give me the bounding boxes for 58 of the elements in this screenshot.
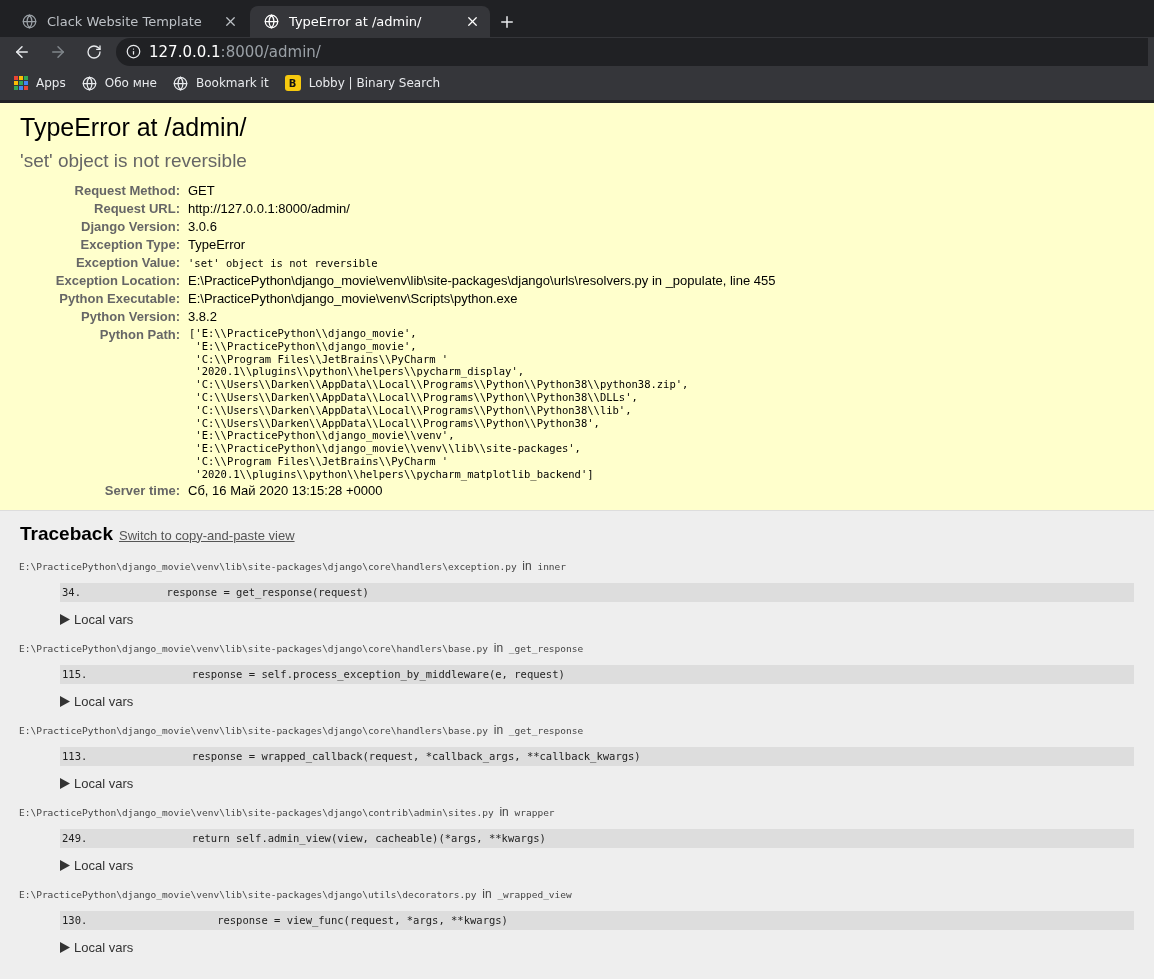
right-triangle-icon bbox=[60, 859, 70, 871]
meta-value: TypeError bbox=[188, 236, 247, 254]
right-triangle-icon bbox=[60, 941, 70, 953]
right-triangle-icon bbox=[60, 613, 70, 625]
local-vars-toggle[interactable]: Local vars bbox=[60, 775, 134, 791]
meta-label: Python Path: bbox=[98, 326, 181, 344]
right-triangle-icon bbox=[60, 695, 70, 707]
meta-value: http://127.0.0.1:8000/admin/ bbox=[188, 200, 351, 218]
address-path: :8000/admin/ bbox=[220, 42, 321, 61]
meta-value: GET bbox=[188, 182, 216, 200]
error-title: TypeError at /admin/ bbox=[20, 113, 248, 142]
address-bar[interactable]: 127.0.0.1:8000/admin/ bbox=[116, 37, 1148, 66]
info-icon bbox=[126, 44, 141, 59]
address-host: 127.0.0.1 bbox=[149, 42, 221, 61]
right-triangle-icon bbox=[60, 777, 70, 789]
meta-value: 'set' object is not reversible bbox=[188, 255, 379, 271]
switch-view-link[interactable]: Switch to copy-and-paste view bbox=[118, 527, 295, 543]
globe-icon bbox=[264, 14, 279, 29]
globe-icon bbox=[22, 14, 37, 29]
frame-location: E:\PracticePython\django_movie\venv\lib\site-packages\django\core\handlers\exception.py in inner bbox=[19, 558, 568, 573]
meta-label: Request URL: bbox=[20, 200, 188, 218]
python-path-value: ['E:\\PracticePython\\django_movie', 'E:\\PracticePython\\django_movie', 'C:\\Program Files\\JetBrains\\PyCharm ' '2020.1\\plugins\\python\\helpers\\pycharm_display', 'C:\\Users\\Darken\\AppData\\Local\\Programs\\Python\\Python38\\python38.zip', 'C:\\Users\\Darken\\AppData\\Local\\Programs\\Python\\Python38\\DLLs', 'C:\\Users\\Darken\\AppData\\Local\\Programs\\Python\\Python38\\lib', 'C:\\Users\\Darken\\AppData\\Local\\Programs\\Python\\Python38', 'E:\\PracticePython\\django_movie\\venv', 'E:\\PracticePython\\django_movie\\venv\\lib\\site-packages', 'C:\\Program Files\\JetBrains\\PyCharm ' '2020.1\\plugins\\python\\helpers\\pycharm_matplotlib_backend'] bbox=[189, 327, 690, 481]
browser-tab[interactable]: TypeError at /admin/ bbox=[250, 6, 490, 37]
frame-location: E:\PracticePython\django_movie\venv\lib\site-packages\django\contrib\admin\sites.py in wrapper bbox=[19, 804, 556, 819]
globe-icon bbox=[81, 75, 97, 91]
meta-value: E:\PracticePython\django_movie\venv\Scripts\python.exe bbox=[188, 290, 519, 308]
frame-location: E:\PracticePython\django_movie\venv\lib\site-packages\django\core\handlers\base.py in _get_response bbox=[19, 722, 585, 737]
browser-tab[interactable]: Clack Website Template bbox=[8, 6, 248, 37]
meta-value: E:\PracticePython\django_movie\venv\lib\site-packages\django\urls\resolvers.py in _populate, line 455 bbox=[188, 272, 776, 290]
bookmark[interactable]: Apps bbox=[14, 76, 66, 90]
meta-value: Сб, 16 Май 2020 13:15:28 +0000 bbox=[188, 481, 384, 500]
bookmark[interactable]: B Lobby | Binary Search bbox=[284, 75, 441, 91]
frame-location: E:\PracticePython\django_movie\venv\lib\site-packages\django\core\handlers\base.py in _get_response bbox=[19, 640, 585, 655]
local-vars-toggle[interactable]: Local vars bbox=[60, 939, 134, 955]
bookmark[interactable]: Обо мне bbox=[81, 75, 157, 91]
meta-label: Exception Value: bbox=[74, 254, 181, 272]
meta-label: Python Executable: bbox=[58, 290, 181, 308]
reload-icon bbox=[86, 43, 102, 60]
meta-label: Exception Location: bbox=[54, 272, 181, 290]
site-logo-icon: B bbox=[284, 75, 301, 91]
local-vars-toggle[interactable]: Local vars bbox=[60, 693, 134, 709]
meta-label: Exception Type: bbox=[20, 236, 188, 254]
apps-grid-icon bbox=[14, 76, 28, 90]
meta-value: 3.0.6 bbox=[188, 218, 218, 236]
meta-label: Python Version: bbox=[20, 308, 188, 326]
bookmark[interactable]: Bookmark it bbox=[173, 75, 269, 91]
error-message: 'set' object is not reversible bbox=[20, 150, 248, 172]
meta-label: Request Method: bbox=[20, 182, 188, 200]
local-vars-toggle[interactable]: Local vars bbox=[60, 857, 134, 873]
meta-value: 3.8.2 bbox=[188, 308, 218, 326]
meta-label: Server time: bbox=[20, 481, 188, 500]
frame-location: E:\PracticePython\django_movie\venv\lib\site-packages\django\utils\decorators.py in _wrapped_view bbox=[19, 886, 573, 901]
globe-icon bbox=[173, 75, 188, 91]
local-vars-toggle[interactable]: Local vars bbox=[60, 611, 134, 627]
meta-label: Django Version: bbox=[20, 218, 188, 236]
traceback-title: Traceback bbox=[20, 522, 113, 545]
close-icon[interactable] bbox=[465, 14, 480, 29]
close-icon[interactable] bbox=[223, 14, 238, 29]
